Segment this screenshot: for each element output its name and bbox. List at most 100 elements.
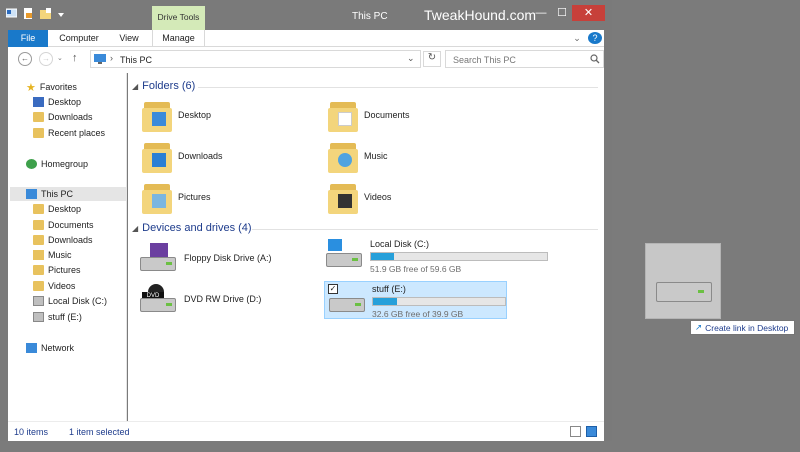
capacity-bar — [372, 297, 506, 306]
drive-icon — [33, 312, 44, 322]
maximize-button[interactable]: ☐ — [552, 5, 572, 21]
up-button[interactable]: ↑ — [72, 52, 78, 64]
nav-label: Desktop — [48, 97, 82, 107]
nav-label: Recent places — [48, 128, 106, 138]
search-input[interactable]: Search This PC — [445, 50, 604, 68]
folder-icon — [33, 281, 44, 291]
address-box[interactable]: › This PC ⌄ — [90, 50, 421, 68]
search-icon[interactable] — [590, 54, 600, 66]
nav-label: Local Disk (C:) — [48, 296, 108, 306]
music-folder-icon — [328, 139, 358, 173]
large-icons-view-icon[interactable] — [586, 426, 597, 437]
nav-network[interactable]: Network — [26, 341, 74, 355]
nav-homegroup[interactable]: Homegroup — [26, 157, 88, 171]
nav-favorites[interactable]: ★ Favorites — [26, 80, 77, 94]
tab-computer[interactable]: Computer — [52, 30, 106, 47]
group-label: Devices and drives (4) — [142, 222, 252, 234]
capacity-fill — [373, 298, 397, 305]
folder-desktop[interactable]: Desktop — [142, 98, 211, 132]
new-folder-icon[interactable] — [40, 8, 51, 19]
shortcut-arrow-icon: ↗ — [695, 322, 703, 332]
forward-button[interactable]: → — [39, 52, 53, 66]
drive-local-disk-c[interactable]: Local Disk (C:) 51.9 GB free of 59.6 GB — [324, 239, 548, 274]
folder-music[interactable]: Music — [328, 139, 388, 173]
nav-label: Downloads — [48, 112, 93, 122]
nav-pc-music[interactable]: Music — [33, 248, 72, 262]
group-header-folders[interactable]: ◢ Folders (6) — [132, 80, 195, 92]
tile-label: Pictures — [178, 192, 211, 202]
tab-view[interactable]: View — [110, 30, 148, 47]
explorer-window: Drive Tools This PC TweakHound.com — ☐ ✕… — [0, 0, 612, 441]
group-header-devices[interactable]: ◢ Devices and drives (4) — [132, 222, 252, 234]
tile-label: DVD RW Drive (D:) — [184, 294, 262, 304]
documents-folder-icon — [328, 98, 358, 132]
recent-places-icon — [33, 128, 44, 138]
folder-videos[interactable]: Videos — [328, 180, 391, 214]
music-folder-icon — [33, 250, 44, 260]
title-bar[interactable]: Drive Tools This PC TweakHound.com — ☐ ✕ — [0, 0, 612, 30]
nav-pc-stuff[interactable]: stuff (E:) — [33, 310, 82, 324]
ribbon-tabs: File Computer View Manage ⌄ ? — [8, 30, 604, 47]
status-bar: 10 items 1 item selected — [8, 421, 604, 441]
drive-floppy[interactable]: Floppy Disk Drive (A:) — [138, 243, 272, 273]
group-label: Folders (6) — [142, 80, 196, 92]
nav-label: Homegroup — [41, 159, 89, 169]
nav-fav-downloads[interactable]: Downloads — [33, 110, 93, 124]
nav-label: Videos — [48, 281, 76, 291]
nav-pc-pictures[interactable]: Pictures — [33, 263, 81, 277]
folder-pictures[interactable]: Pictures — [142, 180, 211, 214]
details-view-icon[interactable] — [570, 426, 581, 437]
drive-stuff-e[interactable]: ✓ stuff (E:) 32.6 GB free of 39.9 GB — [324, 281, 507, 319]
homegroup-icon — [26, 159, 37, 169]
folder-downloads[interactable]: Downloads — [142, 139, 223, 173]
tab-file[interactable]: File — [8, 30, 48, 47]
folder-documents[interactable]: Documents — [328, 98, 410, 132]
videos-folder-icon — [328, 180, 358, 214]
address-dropdown-icon[interactable]: ⌄ — [407, 53, 415, 64]
nav-fav-desktop[interactable]: Desktop — [33, 95, 81, 109]
dvd-drive-icon: DVD — [138, 284, 178, 314]
folder-icon — [33, 235, 44, 245]
nav-pc-videos[interactable]: Videos — [33, 279, 75, 293]
collapse-icon: ◢ — [132, 223, 139, 233]
system-menu-icon[interactable] — [5, 8, 18, 19]
properties-icon[interactable] — [23, 8, 34, 19]
selection-checkbox[interactable]: ✓ — [328, 284, 338, 294]
customize-toolbar-icon[interactable] — [57, 8, 68, 19]
desktop-icon — [33, 97, 44, 107]
nav-label: Network — [41, 343, 75, 353]
tile-label: Desktop — [178, 110, 212, 120]
collapse-icon: ◢ — [132, 81, 139, 91]
back-button[interactable]: ← — [18, 52, 32, 66]
tile-label: Documents — [364, 110, 410, 120]
drive-icon — [33, 296, 44, 306]
tab-manage[interactable]: Manage — [152, 30, 205, 47]
tile-label: Floppy Disk Drive (A:) — [184, 253, 272, 263]
refresh-button[interactable]: ↻ — [423, 51, 441, 67]
nav-label: This PC — [41, 189, 74, 199]
item-count: 10 items — [14, 427, 49, 437]
nav-fav-recent[interactable]: Recent places — [33, 126, 105, 140]
drag-preview — [645, 243, 721, 319]
recent-locations-icon[interactable]: ⌄ — [57, 54, 63, 62]
tile-label: Local Disk (C:) — [370, 239, 430, 249]
nav-this-pc[interactable]: This PC — [10, 187, 126, 201]
help-button[interactable]: ? — [588, 32, 602, 44]
nav-pc-local-disk[interactable]: Local Disk (C:) — [33, 294, 107, 308]
content-pane: ◢ Folders (6) Desktop Documents Downloads… — [128, 73, 604, 421]
ribbon-expand-button[interactable]: ⌄ — [570, 30, 584, 47]
nav-label: Downloads — [48, 235, 93, 245]
close-button[interactable]: ✕ — [572, 5, 605, 21]
free-space-text: 32.6 GB free of 39.9 GB — [372, 309, 464, 319]
folder-icon — [33, 220, 44, 230]
breadcrumb-this-pc[interactable]: This PC — [120, 55, 152, 65]
nav-label: stuff (E:) — [48, 312, 82, 322]
minimize-button[interactable]: — — [530, 5, 552, 21]
pictures-folder-icon — [142, 180, 172, 214]
downloads-folder-icon — [142, 139, 172, 173]
nav-pc-desktop[interactable]: Desktop — [33, 202, 81, 216]
drive-dvd[interactable]: DVD DVD RW Drive (D:) — [138, 284, 261, 314]
nav-pc-documents[interactable]: Documents — [33, 218, 94, 232]
star-icon: ★ — [26, 81, 36, 94]
nav-pc-downloads[interactable]: Downloads — [33, 233, 93, 247]
